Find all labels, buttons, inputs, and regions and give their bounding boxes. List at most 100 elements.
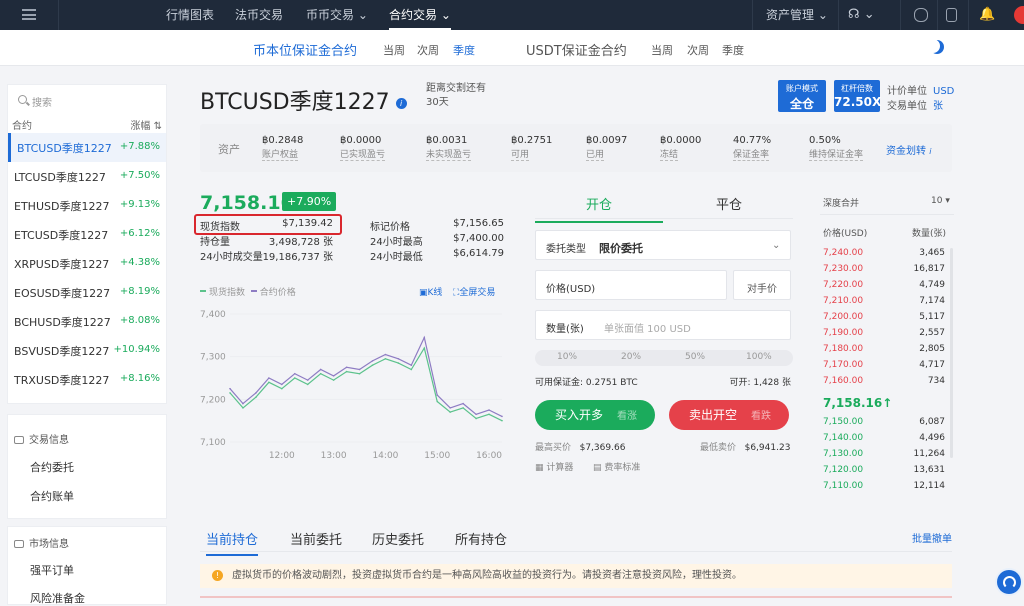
fund-transfer-label: 资金划转 bbox=[886, 146, 926, 157]
tab-all-positions[interactable]: 所有持仓 bbox=[455, 529, 507, 548]
fullscreen-button[interactable]: ⛶全屏交易 bbox=[453, 285, 495, 298]
usdt-margin-contract[interactable]: USDT保证金合约 bbox=[526, 40, 627, 59]
data-point bbox=[410, 368, 413, 371]
menu-icon[interactable] bbox=[22, 9, 36, 20]
bid-row[interactable]: 7,110.00 12,114 bbox=[823, 481, 953, 491]
tab-current-orders[interactable]: 当前委托 bbox=[290, 529, 342, 548]
fee-standard-button[interactable]: ▤ 费率标准 bbox=[593, 460, 640, 473]
search-input[interactable]: 搜索 bbox=[12, 89, 162, 111]
quantity-input[interactable]: 数量(张) 单张面值 100 USD bbox=[535, 310, 791, 340]
contract-list-item[interactable]: EOSUSD季度1227 +8.19% bbox=[8, 278, 166, 307]
ask-row[interactable]: 7,230.00 16,817 bbox=[823, 264, 953, 274]
ask-row[interactable]: 7,180.00 2,805 bbox=[823, 344, 953, 354]
ask-row[interactable]: 7,190.00 2,557 bbox=[823, 328, 953, 338]
kline-button[interactable]: ▣K线 bbox=[419, 285, 442, 298]
order-type-select[interactable]: 委托类型 限价委托 ⌄ bbox=[535, 230, 791, 260]
pricing-unit-value[interactable]: USD bbox=[933, 86, 954, 97]
asset-management-menu[interactable]: 资产管理 ⌄ bbox=[766, 0, 828, 30]
contract-list-item[interactable]: XRPUSD季度1227 +4.38% bbox=[8, 249, 166, 278]
bid-row[interactable]: 7,140.00 4,496 bbox=[823, 433, 953, 443]
coin-margin-contract[interactable]: 币本位保证金合约 bbox=[253, 40, 357, 59]
ask-row[interactable]: 7,240.00 3,465 bbox=[823, 248, 953, 258]
depth-merge-select[interactable]: 10 ▾ bbox=[931, 196, 950, 206]
menu-contract-orders[interactable]: 合约委托 bbox=[30, 459, 74, 475]
customer-service-icon[interactable] bbox=[997, 570, 1021, 594]
counter-price-button[interactable]: 对手价 bbox=[733, 270, 791, 300]
position-card-edge bbox=[200, 596, 952, 605]
price-input[interactable]: 价格(USD) bbox=[535, 270, 727, 300]
asset-value: ฿0.0000 bbox=[660, 135, 702, 146]
ask-row[interactable]: 7,220.00 4,749 bbox=[823, 280, 953, 290]
nav-contract[interactable]: 合约交易 ⌄ bbox=[389, 0, 451, 30]
leverage-button[interactable]: 杠杆倍数 72.50X bbox=[834, 80, 881, 112]
sell-open-short-button[interactable]: 卖出开空 看跌 bbox=[669, 400, 789, 430]
contract-list-item[interactable]: TRXUSD季度1227 +8.16% bbox=[8, 365, 166, 394]
contract-list-item[interactable]: ETHUSD季度1227 +9.13% bbox=[8, 191, 166, 220]
tab-order-history[interactable]: 历史委托 bbox=[372, 529, 424, 548]
nav-charts[interactable]: 行情图表 bbox=[166, 0, 214, 30]
x-tick-label: 16:00 bbox=[476, 451, 502, 461]
chat-icon[interactable] bbox=[914, 8, 928, 22]
contract-name: BSVUSD季度1227 bbox=[14, 345, 110, 358]
data-point bbox=[229, 392, 231, 394]
menu-risk-reserve[interactable]: 风险准备金 bbox=[30, 590, 85, 606]
contract-list-item[interactable]: LTCUSD季度1227 +7.50% bbox=[8, 162, 166, 191]
ask-row[interactable]: 7,170.00 4,717 bbox=[823, 360, 953, 370]
data-point bbox=[293, 377, 296, 379]
contract-list-item[interactable]: BSVUSD季度1227 +10.94% bbox=[8, 336, 166, 365]
usdt-period-next-week[interactable]: 次周 bbox=[687, 42, 709, 58]
last-price: 7,158.16 bbox=[200, 192, 294, 214]
ask-row[interactable]: 7,160.00 734 bbox=[823, 376, 953, 386]
menu-liquidation-orders[interactable]: 强平订单 bbox=[30, 562, 74, 578]
calculator-button[interactable]: ▦ 计算器 bbox=[535, 460, 573, 473]
buy-open-long-button[interactable]: 买入开多 看涨 bbox=[535, 400, 655, 430]
support-menu[interactable]: ☊ ⌄ bbox=[848, 0, 875, 30]
usdt-period-quarter[interactable]: 季度 bbox=[722, 42, 744, 58]
assets-bar: 资产 ฿0.2848 账户权益 ฿0.0000 已实现盈亏 ฿0.0031 未实现盈亏 ฿0… bbox=[200, 124, 952, 172]
chart-legend: 现货指数 合约价格 bbox=[200, 285, 296, 298]
ask-row[interactable]: 7,210.00 7,174 bbox=[823, 296, 953, 306]
chevron-down-icon: ⌄ bbox=[817, 8, 828, 22]
moon-icon[interactable] bbox=[930, 40, 944, 54]
headset-icon: ☊ bbox=[848, 7, 860, 22]
last-price-depth: 7,158.16↑ bbox=[823, 396, 893, 410]
data-point bbox=[475, 413, 477, 416]
period-next-week[interactable]: 次周 bbox=[417, 42, 439, 58]
nav-coin-trade[interactable]: 币币交易 ⌄ bbox=[306, 0, 368, 30]
col-change-sort[interactable]: 涨幅 ⇅ bbox=[130, 117, 162, 132]
bid-row[interactable]: 7,120.00 13,631 bbox=[823, 465, 953, 475]
contract-list-item[interactable]: ETCUSD季度1227 +6.12% bbox=[8, 220, 166, 249]
data-point bbox=[281, 383, 283, 386]
batch-cancel-button[interactable]: 批量撤单 bbox=[912, 530, 952, 545]
legend-contract: 合约价格 bbox=[259, 288, 296, 298]
ask-row[interactable]: 7,200.00 5,117 bbox=[823, 312, 953, 322]
pct-20[interactable]: 20% bbox=[621, 352, 641, 362]
account-mode-value: 全仓 bbox=[789, 97, 814, 111]
contract-list-item[interactable]: BCHUSD季度1227 +8.08% bbox=[8, 307, 166, 336]
scrollbar[interactable] bbox=[950, 248, 953, 458]
period-quarter[interactable]: 季度 bbox=[453, 42, 475, 58]
tab-current-positions[interactable]: 当前持仓 bbox=[206, 529, 259, 556]
download-icon[interactable] bbox=[946, 8, 957, 22]
pct-100[interactable]: 100% bbox=[746, 352, 772, 362]
pct-10[interactable]: 10% bbox=[557, 352, 577, 362]
fund-transfer-link[interactable]: 资金划转 i bbox=[886, 142, 931, 157]
contract-list-item[interactable]: BTCUSD季度1227 +7.88% bbox=[8, 133, 166, 162]
account-mode-button[interactable]: 账户模式 全仓 bbox=[778, 80, 826, 112]
period-this-week[interactable]: 当周 bbox=[383, 42, 405, 58]
menu-contract-bills[interactable]: 合约账单 bbox=[30, 488, 74, 504]
pct-50[interactable]: 50% bbox=[685, 352, 705, 362]
col-qty: 数量(张) bbox=[911, 229, 946, 239]
ask-qty: 2,805 bbox=[919, 344, 945, 354]
spot-swatch bbox=[200, 290, 206, 292]
nav-fiat[interactable]: 法币交易 bbox=[235, 0, 283, 30]
usdt-period-this-week[interactable]: 当周 bbox=[651, 42, 673, 58]
percent-slider[interactable]: 10% 20% 50% 100% bbox=[535, 350, 793, 366]
trade-unit-value[interactable]: 张 bbox=[933, 101, 943, 112]
calculator-icon: ▦ bbox=[535, 463, 544, 473]
info-icon[interactable]: i bbox=[395, 98, 407, 109]
bid-row[interactable]: 7,150.00 6,087 bbox=[823, 417, 953, 427]
bid-row[interactable]: 7,130.00 11,264 bbox=[823, 449, 953, 459]
bell-icon[interactable]: 🔔 bbox=[979, 0, 995, 30]
tab-close[interactable]: 平仓 bbox=[665, 194, 793, 213]
